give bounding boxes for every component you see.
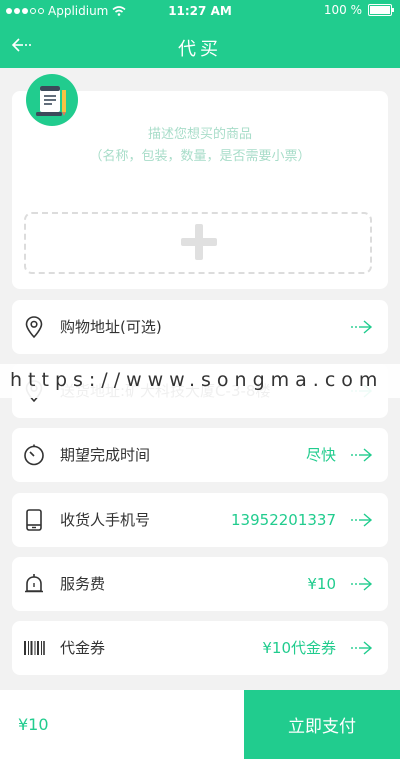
battery-info: 100 %	[323, 3, 394, 17]
voucher-value: ¥10代金券	[262, 639, 336, 657]
total-price: ¥10	[18, 715, 49, 734]
voucher-row[interactable]: 代金券 ¥10代金券	[12, 621, 388, 675]
arrow-right-icon	[351, 641, 373, 655]
expected-time-value: 尽快	[305, 446, 336, 464]
expected-time-row[interactable]: 期望完成时间 尽快	[12, 428, 388, 482]
voucher-label: 代金券	[60, 639, 106, 657]
arrow-right-icon	[351, 448, 373, 462]
shopping-address-row[interactable]: 购物地址(可选)	[12, 300, 388, 354]
checkout-bar: ¥10 立即支付	[0, 690, 400, 759]
location-pin-icon	[25, 316, 43, 339]
goods-description-input[interactable]: 描述您想买的商品 （名称，包装，数量，是否需要小票）	[12, 124, 388, 168]
battery-icon	[368, 4, 394, 16]
page-title: 代买	[178, 39, 222, 60]
watermark-text: https://www.songma.com	[10, 369, 384, 391]
status-bar: Applidium 11:27 AM 100 %	[0, 0, 400, 22]
bell-icon	[25, 574, 43, 593]
receiver-phone-row[interactable]: 收货人手机号 13952201337	[12, 493, 388, 547]
service-fee-value: ¥10	[307, 575, 336, 593]
arrow-right-icon	[351, 577, 373, 591]
service-fee-label: 服务费	[60, 575, 106, 593]
add-photo-button[interactable]	[24, 212, 372, 274]
timer-icon	[24, 444, 44, 466]
pay-now-button[interactable]: 立即支付	[244, 690, 400, 759]
battery-percent: 100 %	[323, 3, 362, 17]
service-fee-row[interactable]: 服务费 ¥10	[12, 557, 388, 611]
app-header: Applidium 11:27 AM 100 % 代买	[0, 0, 400, 68]
expected-time-label: 期望完成时间	[60, 446, 151, 464]
receipt-icon	[26, 74, 78, 126]
goods-hint-line1: 描述您想买的商品	[147, 127, 252, 142]
phone-icon	[26, 509, 42, 531]
receiver-phone-value: 13952201337	[231, 511, 336, 529]
barcode-icon	[24, 641, 45, 655]
shopping-address-label: 购物地址(可选)	[60, 318, 162, 336]
arrow-right-icon	[351, 320, 373, 334]
goods-hint-line2: （名称，包装，数量，是否需要小票）	[89, 149, 311, 164]
arrow-right-icon	[351, 513, 373, 527]
receiver-phone-label: 收货人手机号	[60, 511, 151, 529]
watermark-band: https://www.songma.com	[0, 364, 400, 398]
